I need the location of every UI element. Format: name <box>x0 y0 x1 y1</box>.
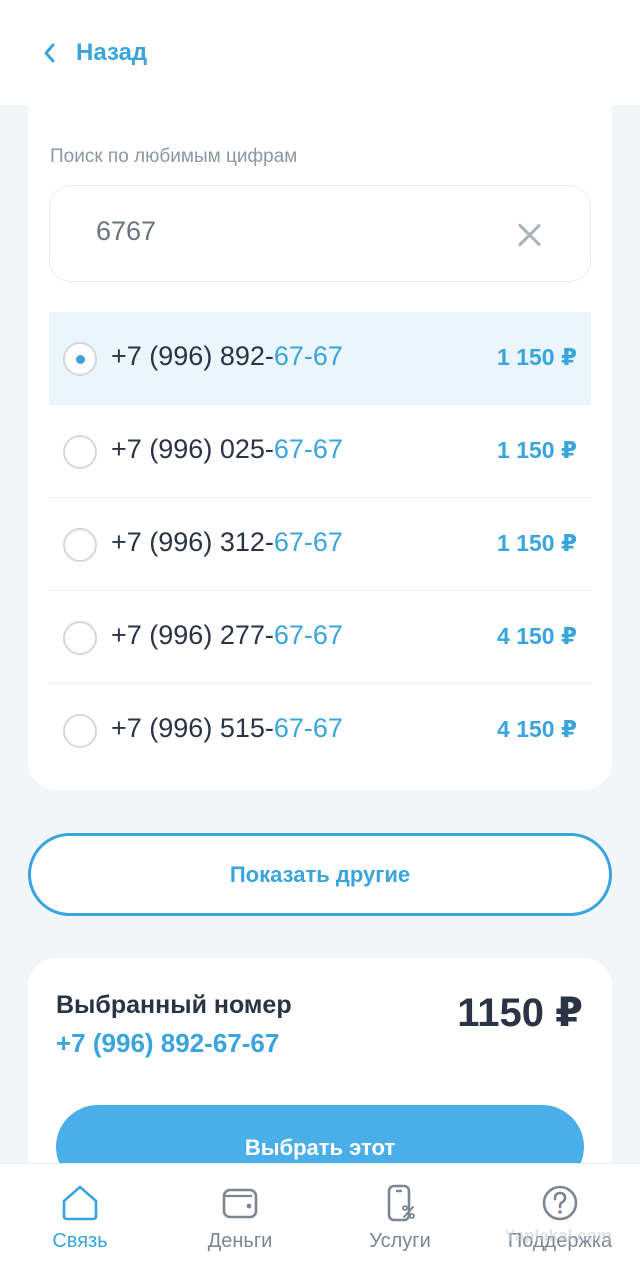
selected-phone: +7 (996) 892-67-67 <box>56 1028 280 1058</box>
number-option[interactable]: +7 (996) 892-67-67 1 150 ₽ <box>49 312 591 405</box>
radio-button[interactable] <box>63 528 97 562</box>
nav-item-svyaz[interactable]: Связь <box>0 1164 160 1265</box>
nav-item-podderzhka[interactable]: Поддержка <box>480 1164 640 1265</box>
number-price: 1 150 ₽ <box>497 344 577 370</box>
number-price: 4 150 ₽ <box>497 716 577 742</box>
number-option[interactable]: +7 (996) 277-67-67 4 150 ₽ <box>49 591 591 684</box>
show-more-button[interactable]: Показать другие <box>28 833 612 916</box>
home-icon <box>62 1185 98 1221</box>
phone-number: +7 (996) 312-67-67 <box>111 527 343 557</box>
phone-number: +7 (996) 892-67-67 <box>111 341 343 371</box>
radio-button[interactable] <box>63 714 97 748</box>
selected-price: 1150 ₽ <box>457 991 583 1035</box>
help-icon <box>542 1185 578 1221</box>
wallet-icon <box>222 1188 258 1219</box>
number-option[interactable]: +7 (996) 025-67-67 1 150 ₽ <box>49 405 591 498</box>
radio-button[interactable] <box>63 621 97 655</box>
nav-label: Деньги <box>207 1230 273 1252</box>
radio-button[interactable] <box>63 435 97 469</box>
nav-label: Услуги <box>369 1230 431 1252</box>
back-label: Назад <box>76 39 148 66</box>
search-input[interactable]: 6767 <box>49 185 591 282</box>
number-price: 4 150 ₽ <box>497 623 577 649</box>
chevron-left-icon <box>44 43 55 63</box>
number-option[interactable]: +7 (996) 312-67-67 1 150 ₽ <box>49 498 591 591</box>
radio-button[interactable] <box>63 342 97 376</box>
nav-item-dengi[interactable]: Деньги <box>160 1164 320 1265</box>
search-label: Поиск по любимым цифрам <box>50 146 298 167</box>
clear-icon[interactable] <box>516 222 542 248</box>
number-option[interactable]: +7 (996) 515-67-67 4 150 ₽ <box>49 684 591 777</box>
number-price: 1 150 ₽ <box>497 530 577 556</box>
services-icon <box>387 1184 415 1222</box>
back-button[interactable]: Назад <box>42 36 147 70</box>
search-value[interactable]: 6767 <box>96 216 156 247</box>
phone-number: +7 (996) 515-67-67 <box>111 713 343 743</box>
number-list: +7 (996) 892-67-67 1 150 ₽ +7 (996) 025-… <box>49 312 591 777</box>
nav-label: Связь <box>52 1230 108 1252</box>
phone-number: +7 (996) 277-67-67 <box>111 620 343 650</box>
selection-title: Выбранный номер <box>56 991 292 1019</box>
number-price: 1 150 ₽ <box>497 437 577 463</box>
nav-item-uslugi[interactable]: Услуги <box>320 1164 480 1265</box>
bottom-nav: Связь Деньги Услуги Поддержка <box>0 1163 640 1265</box>
phone-number: +7 (996) 025-67-67 <box>111 434 343 464</box>
nav-label: Поддержка <box>507 1230 613 1252</box>
